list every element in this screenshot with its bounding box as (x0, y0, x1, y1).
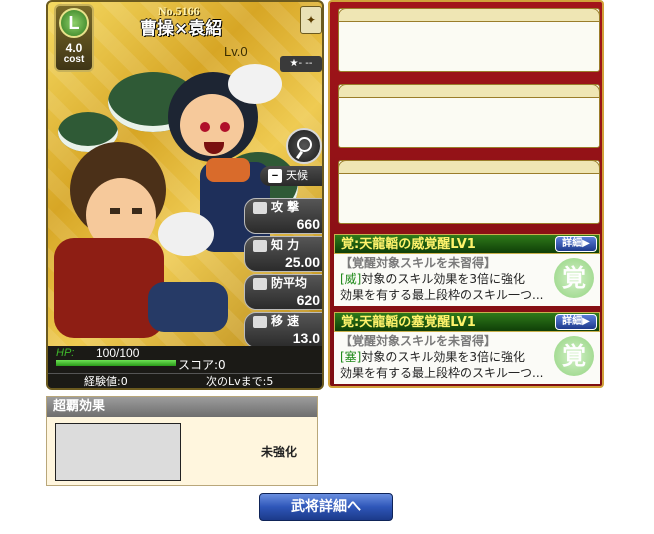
skill-slot-tab (338, 8, 600, 22)
attack-stat: 攻 撃 660 (244, 198, 322, 234)
sword-icon (253, 202, 267, 214)
awakening-line-2: 効果を有する最上段枠のスキル一つ... (340, 288, 544, 302)
awakening-text: 対象のスキル効果を3倍に強化 (361, 272, 526, 286)
awakening-line-2: 効果を有する最上段枠のスキル一つ... (340, 366, 544, 380)
card-number: No.5166 (158, 4, 200, 18)
awakening-icon: 覚 (554, 336, 594, 376)
awakening-body-2: 【覚醒対象スキルを未習得】 [塞]対象のスキル効果を3倍に強化 効果を有する最上… (334, 332, 600, 384)
attack-label: 攻 撃 (271, 200, 300, 214)
awakening-detail-button[interactable]: 詳細▶ (555, 236, 597, 252)
defense-label: 防平均 (271, 276, 308, 290)
speed-value: 13.0 (292, 330, 320, 346)
skill-slot-tab (338, 84, 600, 98)
skill-slot-2[interactable] (338, 84, 600, 148)
awakening-header-1: 覚:天龍韜の威覚醒LV1 詳細▶ (334, 234, 600, 254)
skill-slot-3[interactable] (338, 160, 600, 224)
awakening-icon: 覚 (554, 258, 594, 298)
card-level: Lv.0 (224, 44, 248, 59)
choha-effect-box: 超覇効果 未強化 (46, 396, 318, 486)
hp-gauge-fill (56, 360, 176, 366)
intelligence-stat: 知 力 25.00 (244, 236, 322, 272)
faction-icon: ✦ (300, 6, 322, 34)
hp-label: HP: (56, 347, 75, 359)
boot-icon (253, 316, 267, 328)
cost-label: cost (63, 54, 85, 65)
awakening-detail-button[interactable]: 詳細▶ (555, 314, 597, 330)
awakening-line-1: [威]対象のスキル効果を3倍に強化 (340, 272, 525, 287)
defense-value: 620 (296, 292, 320, 308)
minus-icon: − (268, 169, 282, 183)
choha-header: 超覇効果 (47, 397, 317, 417)
score: スコア:0 (178, 358, 226, 372)
experience: 経験値:0 (84, 375, 128, 388)
skill-slot-1[interactable] (338, 8, 600, 72)
awakening-header-2: 覚:天龍韜の塞覚醒LV1 詳細▶ (334, 312, 600, 332)
attack-value: 660 (296, 216, 320, 232)
skill-slot-tab (338, 160, 600, 174)
awakening-title: 覚:天龍韜の威覚醒LV1 (341, 237, 476, 252)
rank-icon: L (59, 8, 89, 38)
zoom-icon[interactable] (286, 128, 322, 164)
hp-value: 100/100 (96, 346, 140, 360)
cost-value: 4.0 (65, 41, 83, 55)
skill-panel: 覚:天龍韜の威覚醒LV1 詳細▶ 【覚醒対象スキルを未習得】 [威]対象のスキル… (328, 0, 604, 388)
awakening-line-1: [塞]対象のスキル効果を3倍に強化 (340, 350, 525, 365)
awakening-tag: [威] (340, 272, 362, 286)
cost-badge: L 4.0 cost (54, 4, 94, 72)
next-level: 次のLvまで:5 (206, 375, 274, 388)
general-card[interactable]: L 4.0 cost No.5166 曹操×袁紹 Lv.0 ✦ ★- -- − 天… (46, 0, 324, 390)
choha-image (55, 423, 181, 481)
weather-label: 天候 (286, 169, 308, 182)
intelligence-label: 知 力 (271, 238, 300, 252)
general-detail-button[interactable]: 武将詳細へ (259, 493, 393, 521)
rarity-stars: ★- -- (280, 56, 322, 72)
brain-icon (253, 240, 267, 252)
awakening-status: 【覚醒対象スキルを未習得】 (340, 334, 497, 348)
hp-gauge (56, 360, 176, 366)
intelligence-value: 25.00 (284, 254, 320, 270)
divider (48, 373, 322, 374)
awakening-text: 対象のスキル効果を3倍に強化 (361, 350, 526, 364)
awakening-title: 覚:天龍韜の塞覚醒LV1 (341, 315, 476, 330)
speed-stat: 移 速 13.0 (244, 312, 322, 348)
speed-label: 移 速 (271, 314, 300, 328)
card-name: 曹操×袁紹 (140, 19, 223, 39)
awakening-body-1: 【覚醒対象スキルを未習得】 [威]対象のスキル効果を3倍に強化 効果を有する最上… (334, 254, 600, 306)
choha-status: 未強化 (261, 445, 298, 459)
defense-stat: 防平均 620 (244, 274, 322, 310)
awakening-tag: [塞] (340, 350, 362, 364)
shield-icon (253, 278, 267, 290)
weather-indicator: − 天候 (260, 166, 322, 186)
awakening-status: 【覚醒対象スキルを未習得】 (340, 256, 497, 270)
